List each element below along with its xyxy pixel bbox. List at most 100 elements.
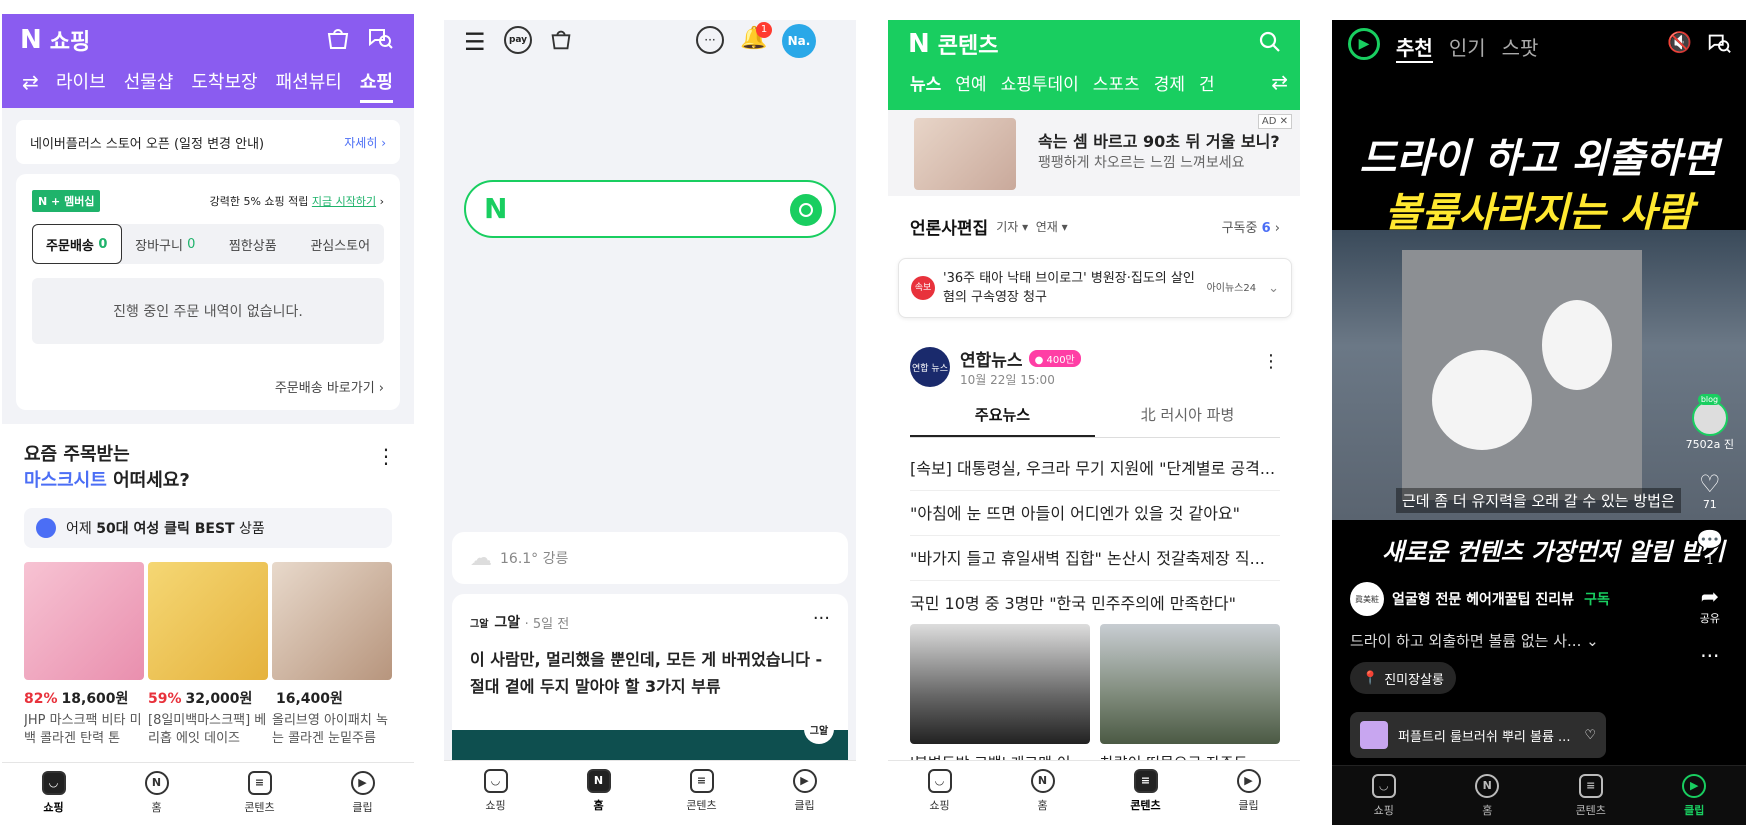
subtab-main[interactable]: 주요뉴스 — [910, 404, 1095, 437]
rec-chip[interactable]: 어제 50대 여성 클릭 BEST 상품 — [24, 508, 392, 548]
clip-logo-icon[interactable]: ▶ — [1348, 28, 1380, 60]
segment-orders[interactable]: 주문배송 0 — [32, 224, 122, 264]
video-player[interactable] — [1332, 230, 1746, 520]
goto-orders-link[interactable]: 주문배송 바로가기 › — [275, 377, 384, 396]
nav-clip[interactable]: ▶ 클립 — [1197, 761, 1300, 820]
notify-cta[interactable]: 새로운 컨텐츠 가장먼저 알림 받기 — [1382, 532, 1725, 567]
feed-card[interactable]: 그알 그알 · 5일 전 ··· 이 사람만, 멀리했을 뿐인데, 모든 게 바… — [452, 594, 848, 774]
tab-live[interactable]: 라이브 — [56, 68, 106, 103]
nav-shopping[interactable]: ◡ 쇼핑 — [1332, 766, 1436, 825]
tab-recommended[interactable]: 추천 — [1396, 32, 1433, 63]
photo-card[interactable]: 차량이 떠몰으로 자주도 — [1100, 624, 1280, 773]
search-icon[interactable] — [1258, 30, 1282, 54]
tab-economy[interactable]: 경제 — [1154, 70, 1185, 95]
nav-home[interactable]: N홈 — [105, 763, 208, 822]
tab-fashion[interactable]: 패션뷰티 — [276, 68, 342, 103]
nav-clip[interactable]: ▶ 클립 — [1643, 766, 1747, 825]
product-card[interactable]: 82%18,600원 JHP 마스크팩 비타 미백 콜라겐 탄력 톤아... — [24, 562, 144, 748]
rec-title: 요즘 주목받는 마스크시트 어떠세요? — [24, 444, 190, 491]
more-icon[interactable]: ··· — [813, 608, 830, 629]
search-bar[interactable]: N — [464, 180, 836, 238]
membership-promo: 강력한 5% 쇼핑 적립 지금 시작하기 › — [209, 195, 384, 208]
nav-home[interactable]: N홈 — [991, 761, 1094, 820]
tab-shopping[interactable]: 쇼핑 — [359, 68, 393, 103]
tab-news[interactable]: 뉴스 — [910, 70, 941, 95]
pay-icon[interactable]: pay — [504, 26, 532, 54]
tab-entertainment[interactable]: 연예 — [955, 70, 986, 95]
nav-home[interactable]: N홈 — [1436, 766, 1540, 825]
comment-button[interactable]: 💬 1 — [1696, 529, 1723, 567]
bottom-nav: ◡ 쇼핑 N홈 ≡ 콘텐츠 ▶ 클립 — [444, 760, 856, 820]
contents-logo[interactable]: N 콘텐츠 — [908, 28, 999, 60]
breaking-news[interactable]: 속보 '36주 태아 낙태 브이로그' 병원장·집도의 살인 혐의 구속영장 청… — [898, 258, 1292, 318]
nav-home[interactable]: N홈 — [547, 761, 650, 820]
cart-icon[interactable] — [548, 26, 574, 52]
ad-banner[interactable]: 속는 셈 바르고 90초 뒤 거울 보니? 팽팽하게 차오르는 느낌 느껴보세요… — [888, 110, 1300, 196]
hamburger-menu-icon[interactable]: ☰ — [464, 28, 486, 56]
share-button[interactable]: ➦ 공유 — [1700, 585, 1720, 626]
nav-contents[interactable]: ≡ 콘텐츠 — [208, 763, 311, 822]
photo-card[interactable]: '북변도방 고백' 개그맨 이 — [910, 624, 1090, 773]
headline-item[interactable]: 국민 10명 중 3명만 "한국 민주주의에 만족한다" — [910, 581, 1280, 626]
segment-wishlist[interactable]: 찜한상품 — [209, 224, 297, 264]
nav-shopping[interactable]: ◡ 쇼핑 — [444, 761, 547, 820]
chevron-down-icon[interactable]: ⌄ — [1268, 279, 1279, 298]
filter-series[interactable]: 연재 ▾ — [1036, 218, 1068, 235]
more-icon[interactable]: ··· — [1700, 644, 1719, 668]
headline-item[interactable]: [속보] 대통령실, 우크라 무기 지원에 "단계별로 공격... — [910, 446, 1280, 491]
nav-contents[interactable]: ≡ 콘텐츠 — [1539, 766, 1643, 825]
filter-reporter[interactable]: 기자 ▾ — [996, 218, 1028, 235]
subscribe-button[interactable]: 구독 — [1584, 589, 1610, 609]
ad-close[interactable]: AD ✕ — [1257, 114, 1292, 129]
notice-bar[interactable]: 네이버플러스 스토어 오픈 (일정 변경 안내) 자세히 › — [16, 120, 400, 164]
menu-swap-icon[interactable]: ⇄ — [22, 70, 39, 94]
membership-link[interactable]: 지금 시작하기 — [312, 195, 376, 208]
location-chip[interactable]: 📍 진미장살롱 — [1350, 662, 1456, 694]
publisher-logo: 연합 뉴스 — [910, 347, 950, 387]
publisher-header[interactable]: 연합 뉴스 연합뉴스 ● 400만 10월 22일 15:00 ⋮ — [910, 345, 1280, 389]
channel-row[interactable]: 眞美粧 얼굴형 전문 헤어개꿀팁 진리뷰 구독 — [1350, 582, 1610, 616]
headline-item[interactable]: "바가지 들고 휴일새벽 집합" 논산시 젓갈축제장 직... — [910, 536, 1280, 581]
voice-lens-icon[interactable] — [790, 194, 822, 226]
like-button[interactable]: ♡ 71 — [1699, 470, 1721, 511]
tab-sports[interactable]: 스포츠 — [1093, 70, 1140, 95]
nav-shopping[interactable]: ◡ 쇼핑 — [2, 763, 105, 822]
mute-icon[interactable]: 🔇 — [1667, 30, 1692, 54]
menu-swap-icon[interactable]: ⇄ — [1271, 70, 1288, 94]
nav-clip[interactable]: ▶ 클립 — [311, 763, 414, 822]
notice-link[interactable]: 자세히 › — [344, 134, 386, 151]
tab-delivery[interactable]: 도착보장 — [191, 68, 257, 103]
tab-shopping-today[interactable]: 쇼핑투데이 — [1001, 70, 1079, 95]
nav-shopping[interactable]: ◡ 쇼핑 — [888, 761, 991, 820]
more-icon[interactable]: ⋮ — [376, 444, 396, 468]
shopping-logo[interactable]: N 쇼핑 — [20, 24, 90, 56]
nav-contents[interactable]: ≡ 콘텐츠 — [1094, 761, 1197, 820]
tab-health[interactable]: 건 — [1199, 70, 1215, 95]
tab-popular[interactable]: 인기 — [1449, 32, 1486, 63]
chat-icon[interactable]: ··· — [696, 26, 724, 54]
tab-gift[interactable]: 선물샵 — [124, 68, 174, 103]
video-description[interactable]: 드라이 하고 외출하면 볼륨 없는 사... ⌄ — [1350, 630, 1599, 651]
subtab-russia[interactable]: 北 러시아 파병 — [1095, 404, 1280, 437]
chat-search-icon[interactable] — [366, 24, 394, 52]
product-card[interactable]: 16,400원 올리브영 아이패치 녹는 콜라겐 눈밑주름 ... — [272, 562, 392, 748]
subscribed-link[interactable]: 구독중 6 › — [1222, 217, 1280, 236]
bottom-nav: ◡ 쇼핑 N홈 ≡ 콘텐츠 ▶ 클립 — [2, 762, 414, 822]
segment-stores[interactable]: 관심스토어 — [297, 224, 385, 264]
nav-clip[interactable]: ▶ 클립 — [753, 761, 856, 820]
product-card[interactable]: 59%32,000원 [8일미백마스크팩] 베리홉 에잇 데이즈 퓨... — [148, 562, 268, 748]
segment-cart[interactable]: 장바구니 0 — [122, 224, 210, 264]
wishlist-icon[interactable]: ♡ — [1584, 728, 1596, 743]
cart-icon[interactable] — [324, 24, 352, 52]
product-chip[interactable]: 퍼플트리 룰브러쉬 뿌리 볼륨 ... ♡ — [1350, 712, 1606, 758]
tab-spot[interactable]: 스팟 — [1502, 32, 1539, 63]
weather-widget[interactable]: ☁ 16.1° 강릉 — [452, 532, 848, 584]
profile-avatar[interactable]: Na. — [782, 24, 816, 58]
chat-search-icon[interactable] — [1706, 30, 1732, 56]
nav-contents[interactable]: ≡ 콘텐츠 — [650, 761, 753, 820]
more-icon[interactable]: ⋮ — [1262, 351, 1280, 372]
headline-list: [속보] 대통령실, 우크라 무기 지원에 "단계별로 공격... "아침에 눈… — [910, 446, 1280, 626]
dog-figure — [1542, 300, 1612, 390]
blog-link[interactable]: blog 7502a 진 — [1686, 394, 1734, 452]
headline-item[interactable]: "아침에 눈 뜨면 아들이 어디엔가 있을 것 같아요" — [910, 491, 1280, 536]
